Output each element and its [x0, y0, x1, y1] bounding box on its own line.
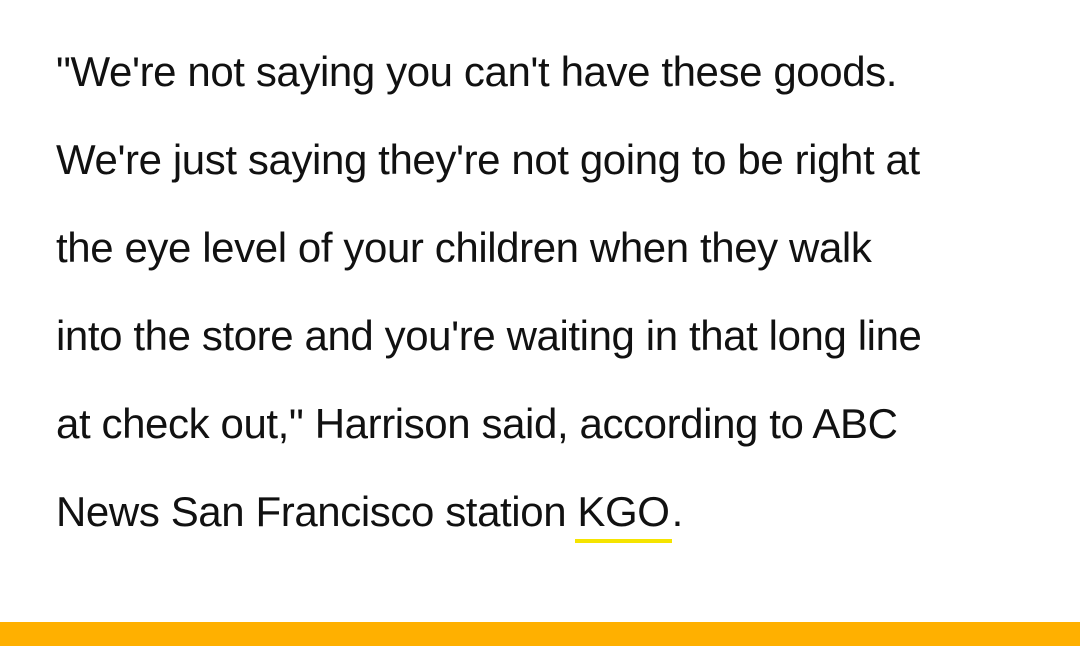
- kgo-source-link[interactable]: KGO: [575, 488, 672, 543]
- sentence-period: .: [671, 488, 684, 535]
- paragraph-line-2: We're just saying they're not going to b…: [56, 136, 920, 183]
- paragraph-line-6-text: News San Francisco station: [56, 488, 578, 535]
- article-paragraph: "We're not saying you can't have these g…: [56, 28, 1046, 556]
- paragraph-line-6: News San Francisco station KGO.: [56, 468, 1046, 556]
- paragraph-line-3: the eye level of your children when they…: [56, 224, 872, 271]
- accent-bar: [0, 622, 1080, 646]
- paragraph-line-5: at check out," Harrison said, according …: [56, 400, 898, 447]
- paragraph-line-4: into the store and you're waiting in tha…: [56, 312, 922, 359]
- paragraph-line-1: "We're not saying you can't have these g…: [56, 48, 898, 95]
- article-page: "We're not saying you can't have these g…: [0, 0, 1080, 646]
